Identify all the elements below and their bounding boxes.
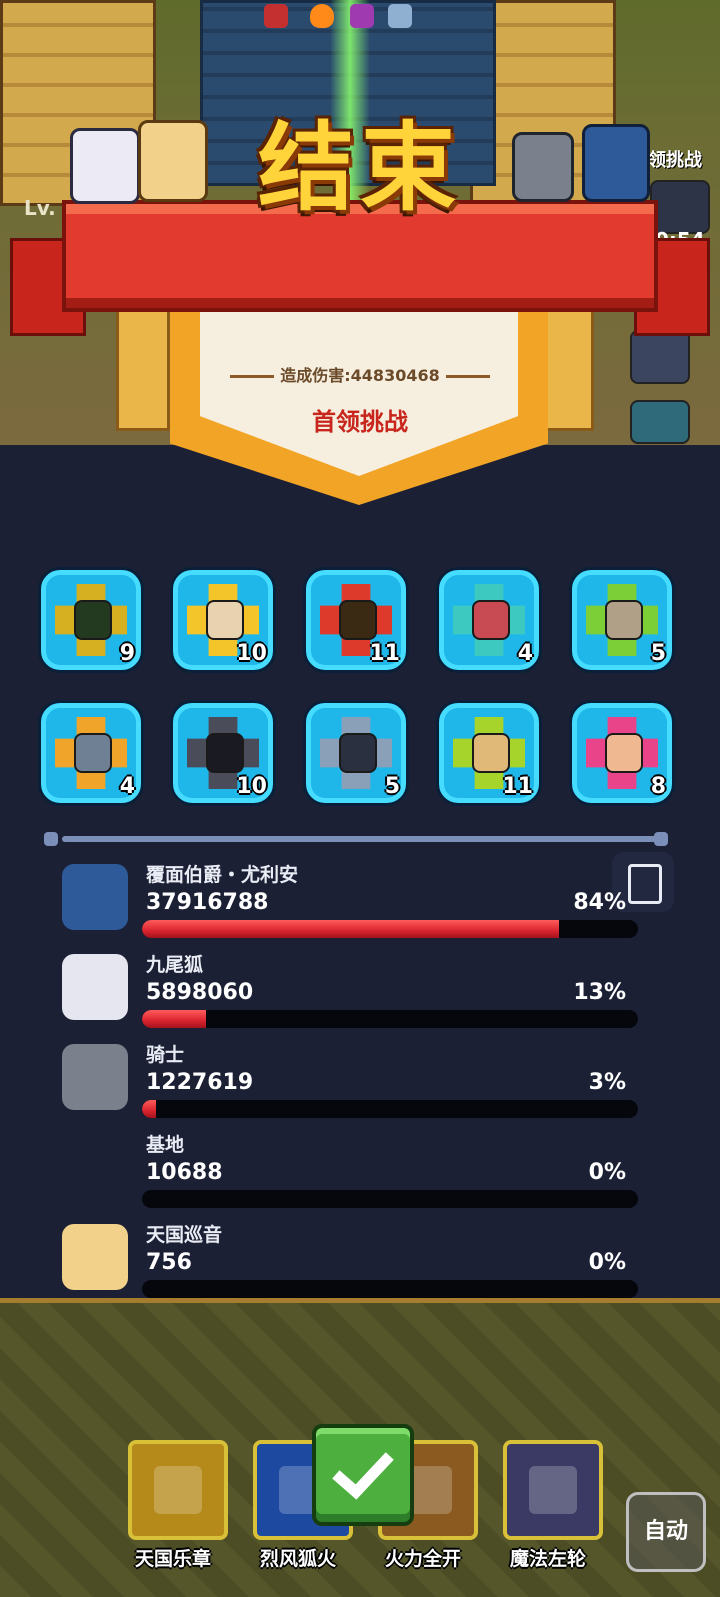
damage-bar-fill	[142, 920, 559, 938]
angel-hero-sprite	[138, 120, 208, 202]
pause-button[interactable]	[650, 180, 710, 234]
damage-bar	[142, 1280, 638, 1298]
equipment-tile[interactable]: 5	[303, 700, 409, 806]
knight-hero-sprite	[512, 132, 574, 202]
tile-level: 11	[502, 774, 533, 799]
tile-level: 4	[517, 641, 533, 666]
cross-icon	[264, 4, 288, 28]
damage-bar	[142, 1190, 638, 1208]
skill-button[interactable]	[128, 1440, 228, 1540]
side-hero-button[interactable]	[630, 400, 690, 444]
banner-gold-left	[116, 300, 170, 431]
tile-level: 10	[236, 774, 267, 799]
divider-dot-right	[654, 832, 668, 846]
hero-face-icon	[472, 600, 510, 640]
hero-face-icon	[339, 733, 377, 773]
tile-level: 5	[650, 641, 666, 666]
skill-label: 烈风狐火	[259, 1548, 336, 1570]
damage-percent: 3%	[588, 1070, 626, 1095]
mode-label: 首领挑战	[312, 408, 408, 436]
harp-icon	[154, 1466, 202, 1514]
checkmark-icon	[332, 1452, 394, 1500]
damage-value: 37916788	[146, 890, 269, 915]
damage-row: 骑士 1227619 3%	[0, 1030, 720, 1120]
revolver-icon	[529, 1466, 577, 1514]
skill-label: 魔法左轮	[509, 1548, 586, 1570]
level-label: Lv.	[24, 196, 56, 220]
hero-name: 覆面伯爵・尤利安	[146, 864, 299, 886]
tile-level: 4	[119, 774, 135, 799]
equipment-tile[interactable]: 4	[38, 700, 144, 806]
damage-value: 5898060	[146, 980, 254, 1005]
damage-list[interactable]: 覆面伯爵・尤利安 37916788 84% 九尾狐 5898060 13% 骑士 122761…	[0, 850, 720, 1298]
tile-level: 8	[650, 774, 666, 799]
tile-level: 10	[236, 641, 267, 666]
equipment-tile[interactable]: 5	[569, 567, 675, 673]
hero-avatar	[62, 1044, 128, 1110]
equipment-tile[interactable]: 10	[170, 567, 276, 673]
tile-level: 9	[119, 641, 135, 666]
equipment-tile[interactable]: 10	[170, 700, 276, 806]
hero-face-icon	[74, 600, 112, 640]
hero-avatar	[62, 1224, 128, 1290]
hero-face-icon	[206, 733, 244, 773]
tile-level: 5	[384, 774, 400, 799]
boss-challenge-tag[interactable]: 领挑战	[648, 146, 702, 172]
skill-label: 火力全开	[384, 1548, 461, 1570]
damage-percent: 84%	[573, 890, 626, 915]
damage-percent: 13%	[573, 980, 626, 1005]
skull-icon	[350, 4, 374, 28]
masked-count-sprite	[582, 124, 650, 202]
hero-avatar	[62, 954, 128, 1020]
hero-face-icon	[74, 733, 112, 773]
fire-icon	[310, 4, 334, 28]
damage-percent: 0%	[588, 1250, 626, 1275]
skill-button[interactable]	[503, 1440, 603, 1540]
damage-bar	[142, 1100, 638, 1118]
hero-avatar	[62, 864, 128, 930]
hero-face-icon	[472, 733, 510, 773]
damage-row: 天国巡音 756 0%	[0, 1210, 720, 1298]
damage-row: 九尾狐 5898060 13%	[0, 940, 720, 1030]
equipment-tile[interactable]: 4	[436, 567, 542, 673]
hero-name: 天国巡音	[146, 1224, 223, 1246]
confirm-button[interactable]	[312, 1424, 414, 1526]
hero-face-icon	[605, 600, 643, 640]
damage-value: 10688	[146, 1160, 223, 1185]
log-side-button[interactable]	[630, 330, 690, 384]
result-title: 结束	[258, 112, 462, 224]
hero-face-icon	[206, 600, 244, 640]
auto-button[interactable]: 自动	[626, 1492, 706, 1572]
equipment-tile[interactable]: 8	[569, 700, 675, 806]
damage-value: 1227619	[146, 1070, 254, 1095]
equipment-tile[interactable]: 11	[303, 567, 409, 673]
damage-percent: 0%	[588, 1160, 626, 1185]
skill-label: 天国乐章	[134, 1548, 211, 1570]
damage-bar	[142, 920, 638, 938]
hero-face-icon	[605, 733, 643, 773]
hero-name: 骑士	[146, 1044, 185, 1066]
fox-hero-sprite	[70, 128, 140, 204]
section-divider	[62, 836, 658, 842]
tile-level: 11	[369, 641, 400, 666]
damage-bar-fill	[142, 1100, 156, 1118]
damage-row: 基地 10688 0%	[0, 1120, 720, 1210]
hero-face-icon	[339, 600, 377, 640]
damage-value: 756	[146, 1250, 192, 1275]
damage-total: 造成伤害:44830468	[210, 362, 510, 386]
damage-row: 覆面伯爵・尤利安 37916788 84%	[0, 850, 720, 940]
equipment-tile[interactable]: 9	[38, 567, 144, 673]
banner-gold-right	[540, 300, 594, 431]
hero-name: 基地	[146, 1134, 185, 1156]
divider-dot-left	[44, 832, 58, 846]
damage-bar	[142, 1010, 638, 1028]
lightning-icon	[388, 4, 412, 28]
hero-name: 九尾狐	[146, 954, 204, 976]
damage-bar-fill	[142, 1010, 207, 1028]
equipment-tile[interactable]: 11	[436, 700, 542, 806]
